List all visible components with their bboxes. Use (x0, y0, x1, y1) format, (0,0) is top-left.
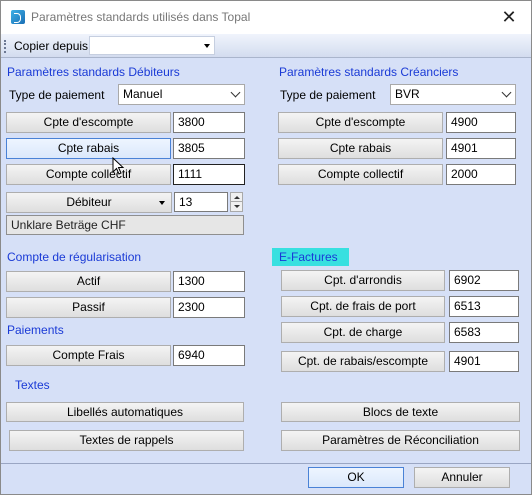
toolbar-grip-icon[interactable] (4, 40, 7, 53)
mouse-cursor-icon (112, 157, 125, 175)
debiteurs-section-title: Paramètres standards Débiteurs (7, 65, 180, 79)
chevron-down-icon (501, 87, 512, 98)
debiteurs-rabais-button[interactable]: Cpte rabais (6, 138, 171, 159)
rabais-escompte-field[interactable]: 4901 (449, 351, 519, 372)
debiteurs-collectif-button[interactable]: Compte collectif (6, 164, 171, 185)
close-icon[interactable]: ✕ (498, 7, 520, 27)
debiteurs-escompte-field[interactable]: 3800 (173, 112, 245, 133)
debiteurs-escompte-button[interactable]: Cpte d'escompte (6, 112, 171, 133)
arrondis-field[interactable]: 6902 (449, 270, 519, 291)
rabais-escompte-button[interactable]: Cpt. de rabais/escompte (281, 351, 445, 372)
creanciers-collectif-button[interactable]: Compte collectif (278, 164, 443, 185)
topal-app-icon (11, 10, 25, 24)
debiteurs-rabais-field[interactable]: 3805 (173, 138, 245, 159)
creanciers-escompte-field[interactable]: 4900 (446, 112, 516, 133)
debiteurs-payment-type-select[interactable]: Manuel (118, 84, 245, 105)
actif-button[interactable]: Actif (6, 271, 171, 292)
frais-de-port-field[interactable]: 6513 (449, 296, 519, 317)
arrondis-button[interactable]: Cpt. d'arrondis (281, 270, 445, 291)
blocs-de-texte-button[interactable]: Blocs de texte (281, 402, 520, 422)
libelles-automatiques-button[interactable]: Libellés automatiques (6, 402, 244, 422)
window-title: Paramètres standards utilisés dans Topal (31, 10, 251, 24)
copy-from-label: Copier depuis (14, 39, 89, 53)
creanciers-rabais-button[interactable]: Cpte rabais (278, 138, 443, 159)
creanciers-collectif-field[interactable]: 2000 (446, 164, 516, 185)
regularisation-section-title: Compte de régularisation (7, 250, 142, 264)
reconciliation-button[interactable]: Paramètres de Réconciliation (281, 430, 520, 451)
compte-frais-field[interactable]: 6940 (173, 345, 245, 366)
debiteurs-payment-type-value: Manuel (123, 87, 163, 101)
debiteur-type-select[interactable]: Débiteur (6, 192, 172, 213)
compte-frais-button[interactable]: Compte Frais (6, 345, 171, 366)
spin-down-icon[interactable] (231, 202, 242, 211)
cancel-button[interactable]: Annuler (414, 467, 510, 488)
debiteur-number-field[interactable]: 13 (174, 192, 228, 212)
chevron-down-icon (230, 87, 241, 98)
textes-de-rappels-button[interactable]: Textes de rappels (9, 430, 244, 451)
actif-field[interactable]: 1300 (173, 271, 245, 292)
textes-section-title: Textes (15, 378, 50, 392)
dialog-window: Paramètres standards utilisés dans Topal… (0, 0, 532, 495)
debiteurs-payment-type-label: Type de paiement (9, 88, 105, 102)
spin-up-icon[interactable] (231, 193, 242, 202)
passif-field[interactable]: 2300 (173, 297, 245, 318)
debiteurs-collectif-field[interactable]: 1111 (173, 164, 245, 185)
title-bar: Paramètres standards utilisés dans Topal… (1, 1, 531, 34)
paiements-section-title: Paiements (7, 323, 64, 337)
toolbar: Copier depuis (1, 34, 531, 58)
debiteur-type-value: Débiteur (66, 195, 112, 209)
dropdown-arrow-icon (204, 44, 210, 48)
creanciers-payment-type-value: BVR (395, 87, 420, 101)
creanciers-escompte-button[interactable]: Cpte d'escompte (278, 112, 443, 133)
copy-from-combo[interactable] (89, 36, 215, 55)
creanciers-payment-type-label: Type de paiement (280, 88, 376, 102)
creanciers-payment-type-select[interactable]: BVR (390, 84, 516, 105)
charge-button[interactable]: Cpt. de charge (281, 322, 445, 343)
creanciers-section-title: Paramètres standards Créanciers (279, 65, 459, 79)
frais-de-port-button[interactable]: Cpt. de frais de port (281, 296, 445, 317)
unclear-amounts-account: Unklare Beträge CHF (6, 215, 244, 235)
efactures-section-title: E-Factures (279, 250, 338, 264)
ok-button[interactable]: OK (308, 467, 404, 488)
debiteur-number-spinner[interactable] (230, 192, 243, 212)
passif-button[interactable]: Passif (6, 297, 171, 318)
dropdown-arrow-icon (159, 201, 165, 205)
creanciers-rabais-field[interactable]: 4901 (446, 138, 516, 159)
charge-field[interactable]: 6583 (449, 322, 519, 343)
